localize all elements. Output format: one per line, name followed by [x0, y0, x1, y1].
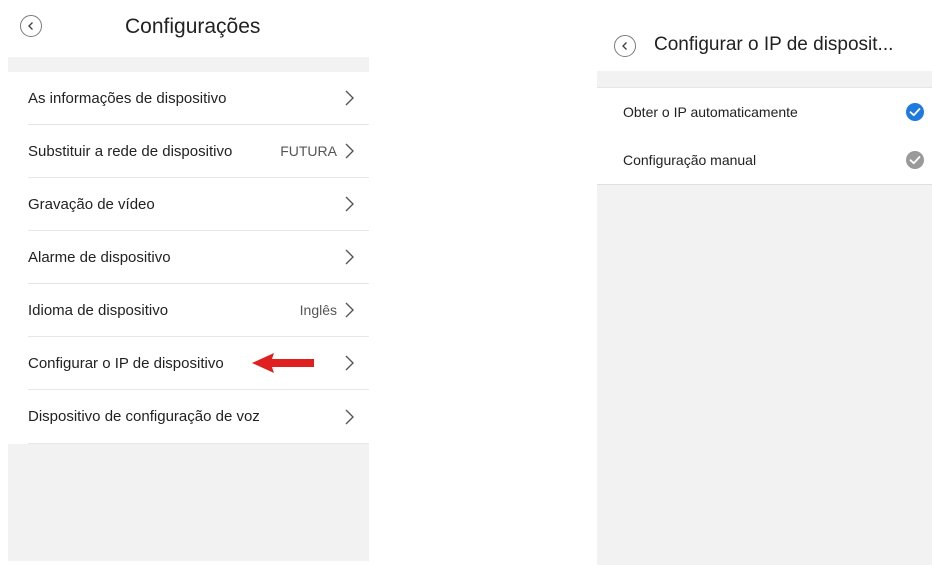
chevron-right-icon	[345, 302, 354, 318]
page-title: Configurações	[125, 15, 261, 38]
chevron-left-icon	[28, 22, 33, 30]
settings-item-label: Dispositivo de configuração de voz	[28, 408, 260, 425]
red-arrow-annotation-icon	[252, 353, 314, 373]
chevron-right-icon	[345, 409, 354, 424]
back-button[interactable]	[614, 35, 636, 57]
back-button[interactable]	[20, 15, 42, 37]
configure-ip-header: Configurar o IP de disposit...	[597, 0, 932, 71]
chevron-right-icon	[345, 90, 354, 106]
section-divider	[8, 57, 369, 72]
settings-item-value: FUTURA	[280, 143, 337, 159]
settings-item-label: Alarme de dispositivo	[28, 248, 171, 266]
settings-item-video-recording[interactable]: Gravação de vídeo	[28, 178, 369, 231]
check-circle-selected-icon	[906, 103, 924, 121]
settings-item-configure-ip[interactable]: Configurar o IP de dispositivo	[28, 337, 369, 390]
option-manual-config[interactable]: Configuração manual	[597, 136, 932, 184]
chevron-right-icon	[345, 355, 354, 371]
settings-list: As informações de dispositivo Substituir…	[8, 72, 369, 444]
settings-item-alarm[interactable]: Alarme de dispositivo	[28, 231, 369, 284]
settings-item-label: As informações de dispositivo	[28, 89, 227, 107]
settings-item-value: Inglês	[299, 302, 337, 318]
check-circle-unselected-icon	[906, 151, 924, 169]
settings-item-device-info[interactable]: As informações de dispositivo	[28, 72, 369, 125]
settings-item-label: Substituir a rede de dispositivo	[28, 142, 233, 160]
chevron-right-icon	[345, 143, 354, 159]
option-automatic-ip[interactable]: Obter o IP automaticamente	[597, 88, 932, 136]
option-label: Obter o IP automaticamente	[623, 104, 798, 120]
settings-item-network[interactable]: Substituir a rede de dispositivo FUTURA	[28, 125, 369, 178]
chevron-left-icon	[622, 42, 627, 50]
empty-area	[597, 185, 932, 565]
page-title: Configurar o IP de disposit...	[654, 34, 894, 55]
settings-item-label: Gravação de vídeo	[28, 195, 155, 213]
section-divider	[597, 71, 932, 88]
ip-option-list: Obter o IP automaticamente Configuração …	[597, 88, 932, 185]
settings-item-label: Idioma de dispositivo	[28, 301, 169, 319]
settings-screen: Configurações As informações de disposit…	[8, 0, 369, 562]
settings-header: Configurações	[8, 0, 369, 57]
chevron-right-icon	[345, 196, 354, 212]
option-label: Configuração manual	[623, 152, 757, 168]
settings-item-language[interactable]: Idioma de dispositivo Inglês	[28, 284, 369, 337]
configure-ip-screen: Configurar o IP de disposit... Obter o I…	[597, 0, 932, 565]
chevron-right-icon	[345, 249, 354, 265]
empty-area	[8, 444, 369, 561]
settings-item-voice-config[interactable]: Dispositivo de configuração de voz	[28, 390, 369, 444]
